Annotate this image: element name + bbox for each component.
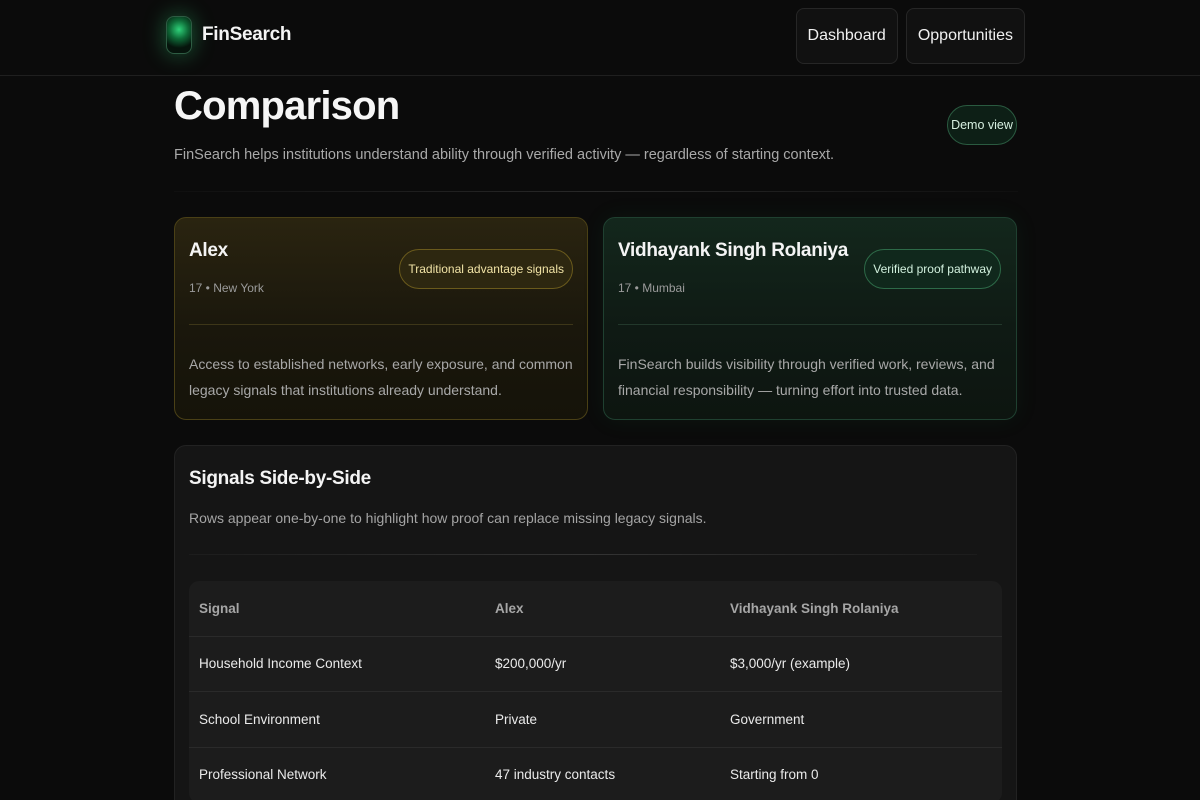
column-header-alex: Alex <box>495 600 524 616</box>
main-nav: Dashboard Opportunities <box>795 8 1025 64</box>
column-header-vidhayank: Vidhayank Singh Rolaniya <box>730 600 899 616</box>
alex-value-cell: Private <box>495 711 538 727</box>
top-navigation-bar: FinSearch Dashboard Opportunities <box>0 0 1200 76</box>
profile-meta: 17 • Mumbai <box>618 281 685 295</box>
profile-name: Alex <box>189 240 228 261</box>
signals-table: Signal Alex Vidhayank Singh Rolaniya Hou… <box>189 581 1002 800</box>
column-header-signal: Signal <box>199 600 240 616</box>
signal-cell: Household Income Context <box>199 656 362 672</box>
table-row: Household Income Context $200,000/yr $3,… <box>189 637 1002 692</box>
panel-divider <box>189 554 977 555</box>
alex-value-cell: 47 industry contacts <box>495 767 616 783</box>
nav-opportunities-button[interactable]: Opportunities <box>905 8 1025 64</box>
signal-cell: School Environment <box>199 711 320 727</box>
card-divider <box>618 324 1002 325</box>
signals-panel: Signals Side-by-Side Rows appear one-by-… <box>174 445 1017 800</box>
signals-title: Signals Side-by-Side <box>189 468 371 489</box>
page: FinSearch Dashboard Opportunities Compar… <box>0 0 1200 800</box>
table-row: School Environment Private Government <box>189 692 1002 748</box>
table-row: Professional Network 47 industry contact… <box>189 748 1002 800</box>
brand[interactable]: FinSearch <box>166 16 291 54</box>
card-divider <box>189 324 573 325</box>
page-subtitle: FinSearch helps institutions understand … <box>174 147 835 163</box>
table-header-row: Signal Alex Vidhayank Singh Rolaniya <box>189 581 1002 637</box>
nav-dashboard-button[interactable]: Dashboard <box>795 8 898 64</box>
profile-description: FinSearch builds visibility through veri… <box>618 356 995 398</box>
vidhayank-value-cell: $3,000/yr (example) <box>730 656 851 672</box>
vidhayank-value-cell: Government <box>730 711 805 727</box>
profile-name: Vidhayank Singh Rolaniya <box>618 240 849 261</box>
signal-cell: Professional Network <box>199 767 327 783</box>
demo-view-badge[interactable]: Demo view <box>947 105 1017 145</box>
header-divider <box>174 191 1018 192</box>
traditional-signals-badge: Traditional advantage signals <box>399 249 573 289</box>
profile-meta: 17 • New York <box>189 281 264 295</box>
verified-proof-badge: Verified proof pathway <box>864 249 1001 289</box>
alex-value-cell: $200,000/yr <box>495 656 567 672</box>
signals-subtitle: Rows appear one-by-one to highlight how … <box>189 510 707 526</box>
profile-card-vidhayank: Vidhayank Singh Rolaniya 17 • Mumbai Ver… <box>603 217 1017 420</box>
finsearch-logo-icon <box>166 16 192 54</box>
vidhayank-value-cell: Starting from 0 <box>730 767 819 783</box>
brand-name: FinSearch <box>202 24 292 45</box>
profile-card-alex: Alex 17 • New York Traditional advantage… <box>174 217 588 420</box>
profile-description: Access to established networks, early ex… <box>189 356 573 398</box>
page-title: Comparison <box>174 84 400 128</box>
